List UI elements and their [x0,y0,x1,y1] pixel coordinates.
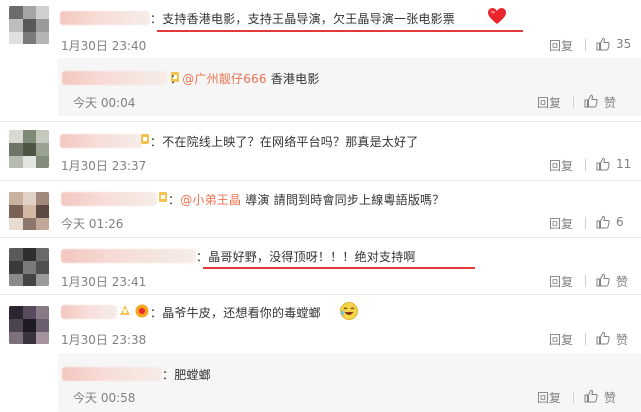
comment-item: ：晶爷牛皮，还想看你的毒螳螂 1月30日 23:38 回复 赞 [0,295,641,351]
like-label[interactable]: 赞 [604,389,616,406]
action-separator [585,217,586,229]
like-count: 35 [616,37,632,51]
avatar[interactable] [9,130,49,168]
action-separator [585,333,586,345]
comment-time: 1月30日 23:40 [61,39,147,53]
like-label[interactable]: 赞 [616,331,628,348]
comment-text: ：晶哥好野，没得顶呀！！！绝对支持啊 [196,250,416,264]
thumbs-up-icon[interactable] [596,157,610,171]
username-blurred[interactable] [62,71,167,85]
comment-item: ：晶哥好野，没得顶呀！！！绝对支持啊 1月30日 23:41 回复 赞 [0,238,641,293]
reply-button[interactable]: 回复 [549,157,573,174]
username-blurred[interactable] [62,367,162,381]
comment-item: ：@小弟王晶 導演 請問到時會同步上線粵語版嗎？ 今天 01:26 回复 6 [0,181,641,237]
thumbs-up-icon[interactable] [596,37,610,51]
avatar[interactable] [9,6,49,44]
comment-time: 今天 01:26 [61,217,124,231]
highlight-underline [203,267,475,269]
username-blurred[interactable] [61,305,117,319]
reply-button[interactable]: 回复 [549,273,573,290]
reply-thread: ：肥螳螂 今天 00:58 回复 赞 [58,353,641,412]
like-label[interactable]: 赞 [604,94,616,111]
thumbs-up-icon[interactable] [584,389,598,403]
avatar[interactable] [9,192,49,230]
action-separator [585,159,586,171]
thumbs-up-icon[interactable] [596,215,610,229]
username-blurred[interactable] [61,249,196,263]
like-count: 6 [616,215,624,229]
thumbs-up-icon[interactable] [596,273,610,287]
user-badge-icon [120,305,130,315]
comment-text: ：晶爷牛皮，还想看你的毒螳螂 [150,306,321,320]
comment-text: ：@小弟王晶 導演 請問到時會同步上線粵語版嗎？ [168,193,445,207]
highlight-underline [157,30,523,32]
reply-button[interactable]: 回复 [549,331,573,348]
red-heart-emoji [488,8,506,24]
thumbs-up-icon[interactable] [584,94,598,108]
reply-button[interactable]: 回复 [537,94,561,111]
reply-time: 今天 00:04 [73,96,136,110]
comment-text: ：支持香港电影，支持王晶导演，欠王晶导演一张电影票 [150,12,456,26]
mention-link[interactable]: @小弟王晶 [180,193,241,207]
reply-text: ：肥螳螂 [162,368,211,382]
reply-button[interactable]: 回复 [549,215,573,232]
reply-thread: ：@广州靓仔666 香港电影 今天 00:04 回复 赞 [58,58,641,116]
reply-time: 今天 00:58 [73,391,136,405]
mention-link[interactable]: @广州靓仔666 [182,72,267,86]
like-label[interactable]: 赞 [616,273,628,290]
comment-time: 1月30日 23:37 [61,159,147,173]
laughing-face-emoji [340,302,358,320]
username-blurred[interactable] [61,192,157,206]
reply-text: ：@广州靓仔666 香港电影 [170,72,320,86]
comment-text: ：不在院线上映了？在网络平台吗？那真是太好了 [150,135,419,149]
avatar[interactable] [9,248,49,286]
user-badge-icon [141,134,149,144]
username-blurred[interactable] [60,134,142,148]
comment-item: ：不在院线上映了？在网络平台吗？那真是太好了 1月30日 23:37 回复 11 [0,122,641,180]
thumbs-up-icon[interactable] [596,331,610,345]
reply-button[interactable]: 回复 [549,37,573,54]
fire-badge-icon [135,304,149,318]
avatar[interactable] [9,306,49,344]
comment-time: 1月30日 23:38 [61,333,147,347]
action-separator [585,275,586,287]
user-badge-icon [159,192,167,202]
username-blurred[interactable] [60,11,150,25]
action-separator [573,391,574,403]
like-count: 11 [616,157,632,171]
action-separator [573,96,574,108]
comment-time: 1月30日 23:41 [61,275,147,289]
comment-item: ：支持香港电影，支持王晶导演，欠王晶导演一张电影票 1月30日 23:40 回复… [0,0,641,58]
reply-button[interactable]: 回复 [537,389,561,406]
action-separator [585,39,586,51]
